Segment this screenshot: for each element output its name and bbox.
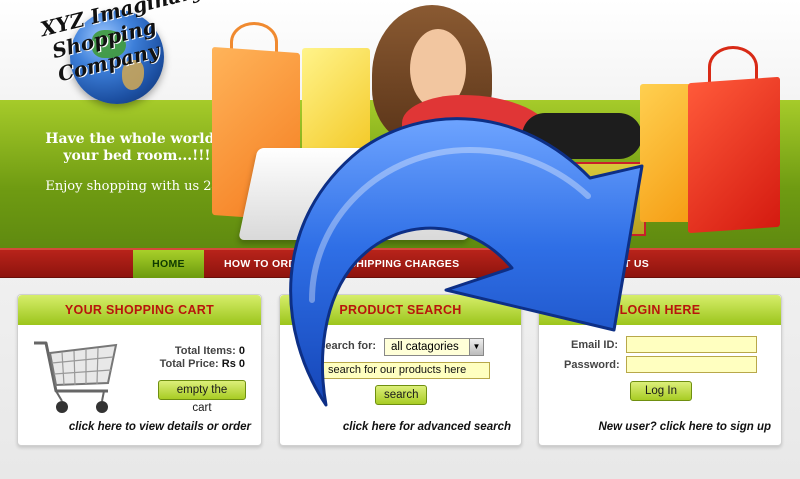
cart-items-row: Total Items: 0 [160,345,245,358]
email-label: Email ID: [571,339,619,351]
gift-box-image [556,162,646,236]
cart-price-label: Total Price: [159,358,219,370]
shopping-bag-image [688,76,780,234]
search-for-label: Search for: [318,340,377,352]
empty-cart-button[interactable]: empty the cart [158,380,246,414]
nav-shipping-charges[interactable]: SHIPPING CHARGES [349,250,459,278]
password-label: Password: [564,359,620,371]
cart-price-value: Rs 0 [221,358,245,370]
category-select-value: all catagories [391,341,459,353]
advanced-search-link[interactable]: click here for advanced search [280,421,511,433]
product-search-panel: PRODUCT SEARCH Search for: all catagorie… [279,294,522,446]
cart-items-value: 0 [238,345,245,357]
page: XYZ Imaginary Shopping Company Have the … [0,0,800,479]
cart-totals: Total Items: 0 Total Price: Rs 0 [160,345,245,371]
login-panel-title: LOGIN HERE [539,295,781,325]
main-nav: HOME HOW TO ORDER SHIPPING CHARGES CONTA… [0,248,800,278]
login-panel: LOGIN HERE Email ID: Password: Log In Ne… [538,294,782,446]
cart-items-label: Total Items: [174,345,236,357]
hero-pants [522,113,642,159]
password-field[interactable] [626,356,757,373]
nav-home[interactable]: HOME [133,250,204,278]
cart-panel-title: YOUR SHOPPING CART [18,295,261,325]
nav-how-to-order[interactable]: HOW TO ORDER [224,250,311,278]
shopping-cart-icon[interactable] [32,335,122,419]
search-input[interactable]: search for our products here [321,362,490,379]
dropdown-arrow-icon[interactable]: ▼ [469,339,483,355]
signup-link[interactable]: New user? click here to sign up [539,421,771,433]
cart-details-link[interactable]: click here to view details or order [18,421,251,433]
search-button[interactable]: search [375,385,427,405]
email-field[interactable] [626,336,757,353]
nav-contact-us[interactable]: CONTACT US [578,250,649,278]
shopping-cart-panel: YOUR SHOPPING CART Total Items: 0 Total … [17,294,262,446]
category-select[interactable]: all catagories ▼ [384,338,484,356]
laptop-image [238,148,488,240]
search-panel-title: PRODUCT SEARCH [280,295,521,325]
cart-price-row: Total Price: Rs 0 [160,358,245,371]
header-banner: XYZ Imaginary Shopping Company Have the … [0,0,800,248]
login-button[interactable]: Log In [630,381,692,401]
